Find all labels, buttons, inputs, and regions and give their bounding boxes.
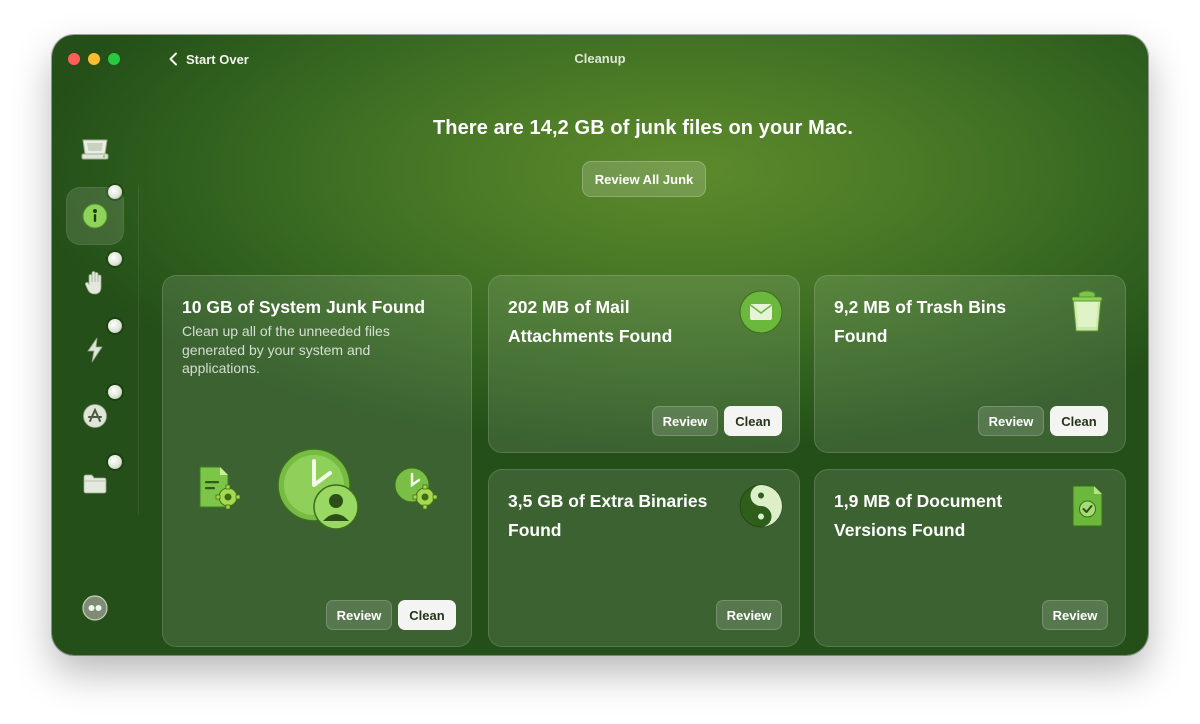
assistant-icon bbox=[82, 595, 108, 621]
status-indicator bbox=[108, 385, 122, 399]
speed-icon bbox=[87, 337, 103, 363]
status-indicator bbox=[108, 319, 122, 333]
folder-icon bbox=[83, 474, 107, 494]
disk-icon bbox=[81, 139, 109, 160]
hand-icon bbox=[84, 271, 102, 295]
review-button[interactable]: Review bbox=[652, 406, 718, 436]
trash-icon bbox=[1071, 290, 1103, 332]
status-indicator bbox=[108, 455, 122, 469]
clean-button[interactable]: Clean bbox=[1050, 406, 1108, 436]
card-title: 202 MB of Mail Attachments Found bbox=[508, 293, 672, 351]
sidebar-item-disk[interactable] bbox=[66, 120, 124, 178]
extra-binaries-card: 3,5 GB of Extra Binaries Found Review bbox=[488, 469, 800, 647]
card-title: 3,5 GB of Extra Binaries Found bbox=[508, 487, 707, 545]
sidebar-assistant[interactable] bbox=[66, 579, 124, 637]
system-junk-illustration bbox=[199, 448, 438, 530]
clean-button[interactable]: Clean bbox=[724, 406, 782, 436]
card-title-line: 202 MB of Mail bbox=[508, 297, 630, 317]
card-title: 9,2 MB of Trash Bins Found bbox=[834, 293, 1006, 351]
junk-summary-headline: There are 14,2 GB of junk files on your … bbox=[432, 117, 854, 139]
card-title-line: 1,9 MB of Document bbox=[834, 491, 1003, 511]
card-title-line: Found bbox=[834, 326, 888, 346]
review-button[interactable]: Review bbox=[1042, 600, 1108, 630]
window-title: Cleanup bbox=[574, 51, 626, 66]
card-title-line: 3,5 GB of Extra Binaries bbox=[508, 491, 708, 511]
status-indicator bbox=[108, 252, 122, 266]
review-button[interactable]: Review bbox=[716, 600, 782, 630]
trash-bins-card: 9,2 MB of Trash Bins Found Review Clean bbox=[814, 275, 1126, 453]
clock-gear-icon bbox=[394, 467, 438, 510]
card-title-line: 9,2 MB of Trash Bins bbox=[834, 297, 1007, 317]
document-gear-icon bbox=[199, 466, 241, 510]
sidebar bbox=[52, 35, 138, 655]
clock-user-icon bbox=[277, 448, 359, 530]
clean-button[interactable]: Clean bbox=[398, 600, 456, 630]
applications-icon bbox=[83, 404, 107, 428]
mail-icon bbox=[739, 290, 783, 334]
card-title-line: Attachments Found bbox=[508, 326, 673, 346]
system-junk-card: 10 GB of System Junk Found Clean up all … bbox=[162, 275, 472, 647]
review-button[interactable]: Review bbox=[978, 406, 1044, 436]
card-title-line: Found bbox=[508, 520, 562, 540]
app-window: Start Over Cleanup There are 14,2 GB of … bbox=[52, 35, 1148, 655]
cleanup-icon bbox=[82, 203, 108, 229]
mail-attachments-card: 202 MB of Mail Attachments Found Review … bbox=[488, 275, 800, 453]
review-button[interactable]: Review bbox=[326, 600, 392, 630]
card-title: 1,9 MB of Document Versions Found bbox=[834, 487, 1002, 545]
status-indicator bbox=[108, 185, 122, 199]
review-all-junk-button[interactable]: Review All Junk bbox=[582, 161, 706, 197]
card-title-line: Versions Found bbox=[834, 520, 966, 540]
document-versions-card: 1,9 MB of Document Versions Found Review bbox=[814, 469, 1126, 647]
document-check-icon bbox=[1072, 485, 1103, 527]
sidebar-divider bbox=[138, 185, 139, 515]
binaries-icon bbox=[739, 484, 783, 528]
